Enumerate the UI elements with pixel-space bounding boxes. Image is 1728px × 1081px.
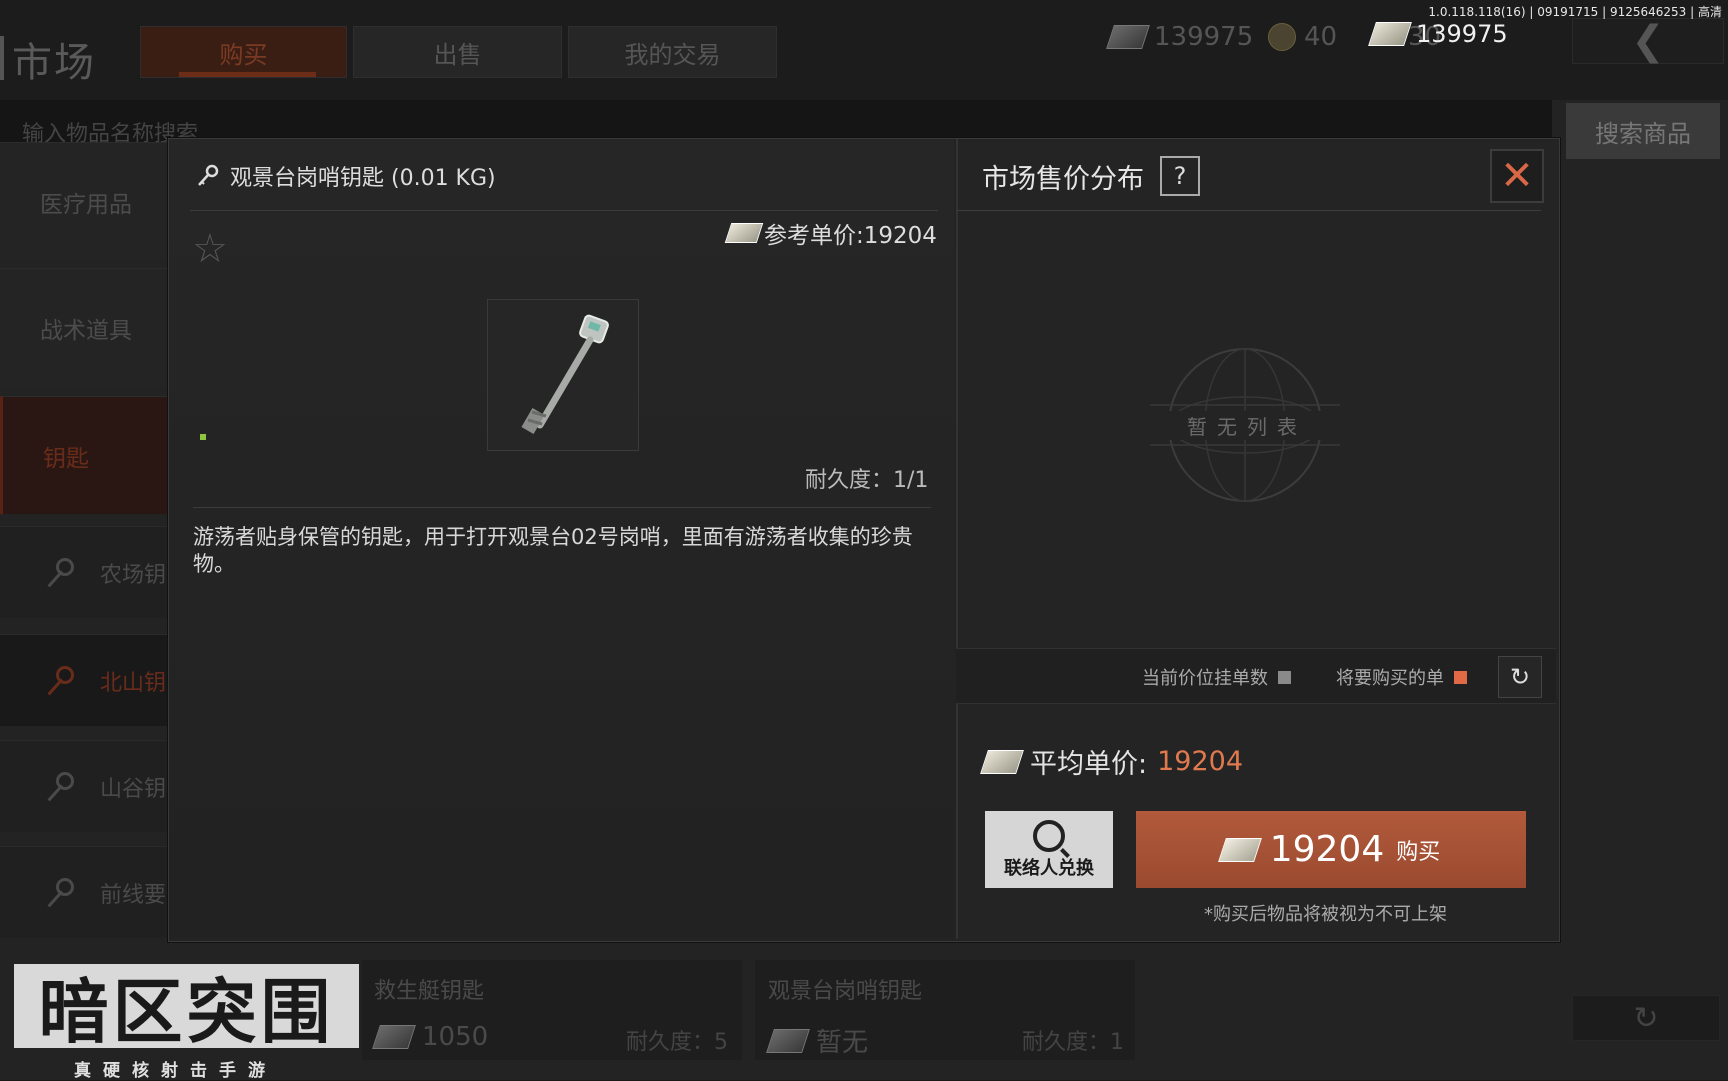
market-title: 市场 [12,40,96,86]
cash-icon [1106,25,1150,49]
legend-current-orders: 当前价位挂单数 [1142,664,1291,690]
cash-icon [766,1028,810,1053]
category-medical[interactable]: 医疗用品 [0,142,170,260]
reference-price: 参考单价:19204 [724,216,937,250]
key-icon [38,876,74,910]
back-button[interactable]: ❮ [1572,18,1724,64]
wallet-front: 139975 [1368,20,1508,48]
coin-icon [1268,23,1296,51]
divider [193,507,931,508]
tab-sell[interactable]: 出售 [353,26,562,78]
tab-buy[interactable]: 购买 [140,26,347,78]
cash-icon [372,1025,416,1049]
subitem-valley-key[interactable]: 山谷钥 [0,740,170,832]
item-image [487,299,639,451]
title-accent [0,36,4,80]
back-arrow-icon: ❮ [1631,18,1665,64]
key-icon [521,314,609,435]
buy-note: *购买后物品将被视为不可上架 [1204,904,1447,925]
listing-durability: 耐久度：5 [626,1030,728,1055]
help-button[interactable]: ? [1160,156,1200,196]
subitem-front-key[interactable]: 前线要 [0,846,170,938]
cash-icon [724,223,764,243]
listing-durability: 耐久度：1 [1022,1030,1124,1055]
contact-exchange-button[interactable]: 联络人兑换 [985,811,1113,888]
refresh-button[interactable]: ↻ [1498,656,1542,698]
status-dot [200,434,206,440]
cash-icon [1217,837,1262,862]
close-button[interactable]: ✕ [1490,149,1544,203]
cash-balance: 139975 [1106,22,1253,52]
item-title: 观景台岗哨钥匙 (0.01 KG) [196,160,496,192]
legend-to-buy: 将要购买的单 [1336,664,1467,690]
subitem-north-key[interactable]: 北山钥 [0,634,170,726]
list-refresh-button[interactable]: ↻ [1572,995,1720,1041]
average-price: 平均单价: 19204 [980,742,1243,781]
listing-price: 暂无 [766,1022,868,1059]
empty-list-text: 暂无列表 [1152,411,1342,440]
subitem-farm-key[interactable]: 农场钥 [0,526,170,618]
close-icon: ✕ [1500,153,1534,199]
game-logo: 暗区突围 [14,964,359,1053]
price-distribution-title: 市场售价分布 ? [982,156,1200,196]
key-icon [38,770,74,804]
cash-icon [1368,22,1412,46]
item-durability: 耐久度：1/1 [805,468,929,493]
buy-button[interactable]: 19204 购买 [1136,811,1526,888]
divider [956,210,1541,211]
listing-name: 观景台岗哨钥匙 [768,979,923,1004]
listing-name: 救生艇钥匙 [374,979,485,1004]
version-info: 1.0.118.118(16) | 09191715 | 9125646253 … [1428,5,1722,19]
key-icon [38,556,74,590]
category-tactical[interactable]: 战术道具 [0,268,170,386]
category-keys[interactable]: 钥匙 [0,396,170,514]
item-description: 游荡者贴身保管的钥匙，用于打开观景台02号岗哨，里面有游荡者收集的珍贵物。 [193,525,913,576]
key-icon [38,664,74,698]
refresh-icon: ↻ [1509,663,1531,691]
coin-balance: 40 [1268,22,1337,52]
legend-swatch [1278,670,1291,684]
cash-icon [980,749,1024,774]
listing-price: 1050 [372,1022,488,1052]
refresh-icon: ↻ [1633,1000,1659,1036]
tab-my-trades[interactable]: 我的交易 [568,26,777,78]
game-logo-tagline: 真硬核射击手游 [74,1061,277,1081]
key-icon [198,164,219,186]
legend-swatch [1454,670,1467,684]
search-icon [1033,819,1065,852]
star-icon[interactable]: ☆ [192,226,228,272]
search-goods-button[interactable]: 搜索商品 [1566,103,1720,159]
divider [190,210,938,211]
